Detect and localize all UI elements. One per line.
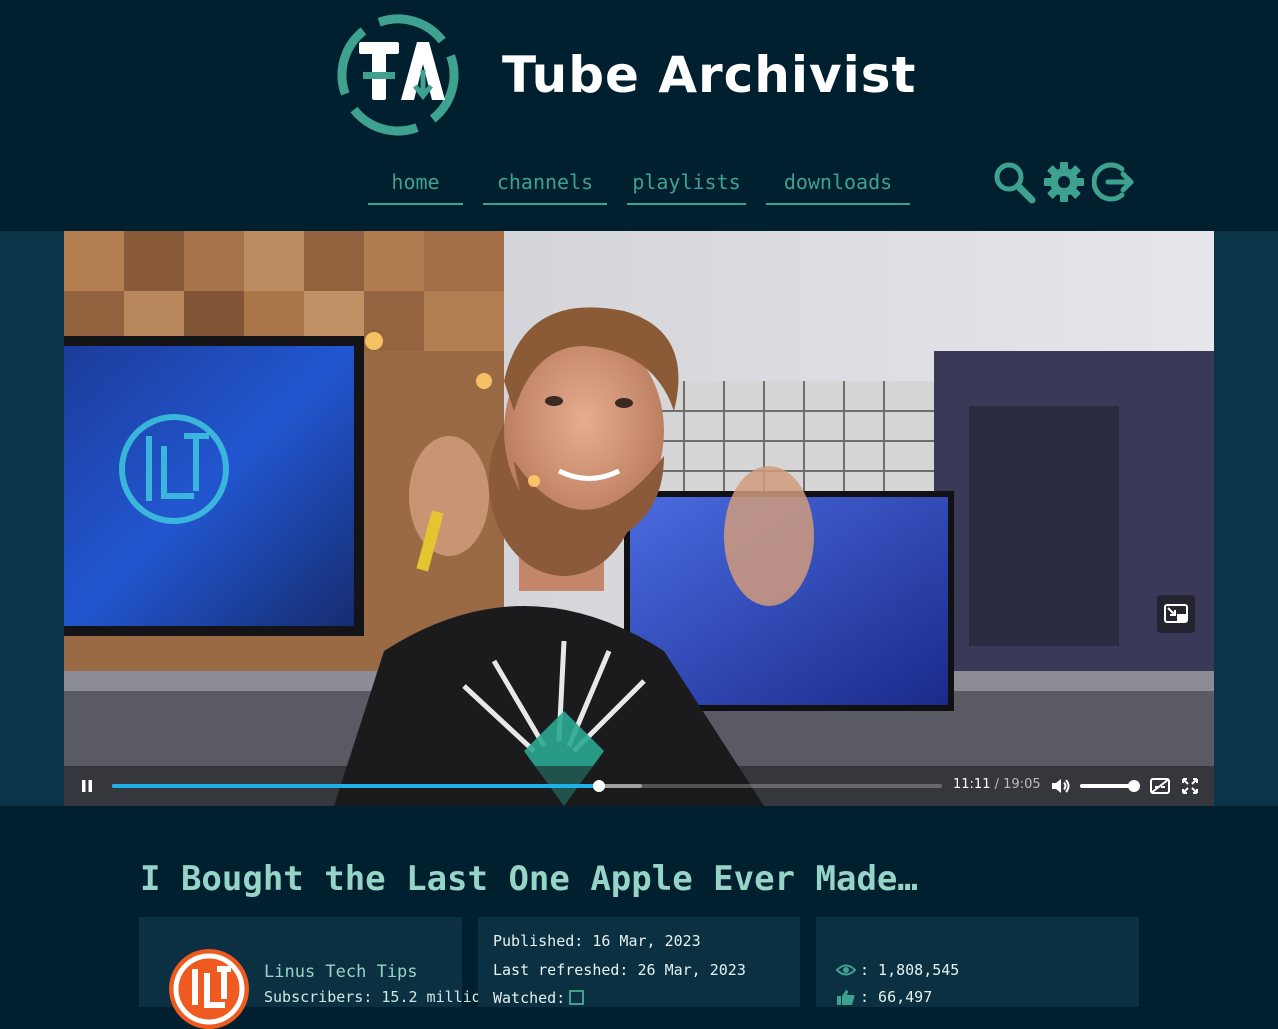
nav-playlists[interactable]: playlists <box>627 163 746 205</box>
progress-thumb[interactable] <box>593 780 606 792</box>
video-title: I Bought the Last One Apple Ever Made… <box>140 859 918 899</box>
picture-in-picture-icon[interactable] <box>1157 595 1195 633</box>
volume-icon[interactable] <box>1048 774 1072 798</box>
pause-icon[interactable] <box>75 774 99 798</box>
played-range <box>112 784 600 788</box>
tube-archivist-logo-icon[interactable] <box>335 12 461 138</box>
watched-status: Watched: <box>493 989 585 1007</box>
player-band: 11:11 / 19:05 <box>0 231 1278 806</box>
eye-icon <box>836 964 856 976</box>
watched-label: Watched: <box>493 989 566 1007</box>
channel-info-box: Linus Tech Tips Subscribers: 15.2 millio… <box>139 917 490 1029</box>
duration: 19:05 <box>1003 777 1041 792</box>
view-count: : 1,808,545 <box>836 961 959 979</box>
brand-title: Tube Archivist <box>502 46 917 104</box>
last-refreshed-date: Last refreshed: 26 Mar, 2023 <box>493 961 746 979</box>
fullscreen-icon[interactable] <box>1178 774 1202 798</box>
video-player[interactable]: 11:11 / 19:05 <box>64 231 1214 806</box>
nav-home[interactable]: home <box>368 163 463 205</box>
video-frame <box>64 231 1214 806</box>
time-separator: / <box>994 777 999 792</box>
header: Tube Archivist home channels playlists d… <box>0 0 1278 231</box>
volume-level <box>1080 784 1134 788</box>
subscriber-count: Subscribers: 15.2 million <box>264 988 490 1006</box>
view-count-value: : 1,808,545 <box>860 961 960 979</box>
channel-avatar[interactable] <box>169 949 249 1029</box>
video-stats-box: : 1,808,545 : 66,497 <box>816 917 1139 1007</box>
nav-channels[interactable]: channels <box>483 163 607 205</box>
video-meta-box: Published: 16 Mar, 2023 Last refreshed: … <box>478 917 800 1007</box>
search-icon[interactable] <box>992 160 1036 204</box>
like-count: : 66,497 <box>836 988 932 1006</box>
time-display: 11:11 / 19:05 <box>953 777 1041 792</box>
nav-downloads[interactable]: downloads <box>766 163 910 205</box>
progress-bar[interactable] <box>112 780 942 792</box>
current-time: 11:11 <box>953 777 991 792</box>
channel-name[interactable]: Linus Tech Tips <box>264 962 418 982</box>
like-count-value: : 66,497 <box>860 988 933 1006</box>
gear-icon[interactable] <box>1042 160 1086 204</box>
logout-icon[interactable] <box>1092 160 1136 204</box>
volume-slider[interactable] <box>1080 780 1140 792</box>
player-controls: 11:11 / 19:05 <box>64 766 1214 806</box>
captions-off-icon[interactable] <box>1148 774 1172 798</box>
volume-thumb[interactable] <box>1128 780 1140 792</box>
published-date: Published: 16 Mar, 2023 <box>493 932 701 950</box>
